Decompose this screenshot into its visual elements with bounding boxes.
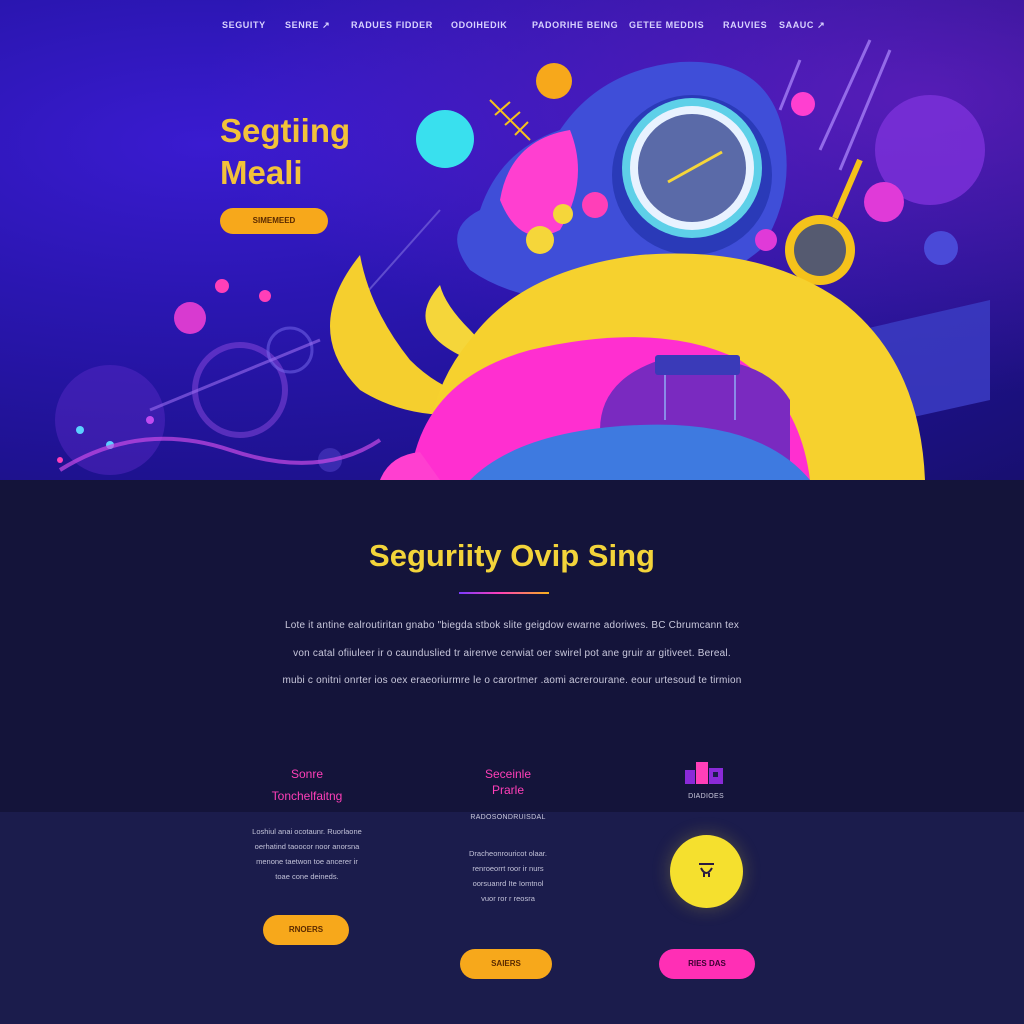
section-description-line-2: von catal ofiiuleer ir o caunduslied tr … (293, 648, 731, 659)
feature-3-button[interactable]: RIES DAS (659, 949, 755, 979)
feature-1-text-line: toae cone deineds. (275, 872, 339, 881)
section-description-line-1: Lote it antine ealroutiritan gnabo "bieg… (284, 620, 740, 631)
feature-2-text-line: Dracheonrouricot olaar. (469, 849, 547, 858)
nav-item-6[interactable]: GETEE MEDDIS (629, 20, 704, 30)
feature-1-text-line: oerhatind taoocor noor anorsna (254, 842, 360, 851)
top-navigation: SEGUITY SENRE ↗ RADUES FIDDER ODOIHEDIK … (0, 20, 1024, 38)
feature-2-title-line-1: Seceinle (484, 767, 532, 781)
feature-3-label: DIADIOES (688, 793, 724, 800)
feature-1-text-line: menone taetwon toe ancerer ir (256, 857, 358, 866)
feature-2-title: Seceinle Prarle (428, 766, 588, 798)
section-title: Seguriity Ovip Sing (369, 538, 655, 573)
feature-1-text: Loshiul anai ocotaunr. Ruorlaone oerhati… (228, 824, 386, 884)
nav-item-1[interactable]: SEGUITY (222, 20, 266, 30)
nav-item-3[interactable]: RADUES FIDDER (351, 20, 433, 30)
feature-2-button[interactable]: SAIERS (460, 949, 552, 979)
title-underline (459, 592, 549, 594)
nav-item-2[interactable]: SENRE ↗ (285, 20, 330, 31)
section-description-line-3: mubi c onitni onrter ios oex eraeoriurmr… (282, 675, 742, 686)
feature-1-button[interactable]: RNOERS (263, 915, 349, 945)
feature-2-text: Dracheonrouricot olaar. renroeorrt roor … (428, 846, 588, 906)
feature-1-title-line-2: Tonchelfaitng (271, 789, 343, 803)
feature-1-title: Sonre Tonchelfaitng (228, 766, 386, 804)
nav-item-8[interactable]: SAAUC ↗ (779, 20, 825, 31)
feature-1-text-line: Loshiul anai ocotaunr. Ruorlaone (252, 827, 362, 836)
feature-2-text-line: oorsuanrd Ite Iomtnol (472, 879, 544, 888)
hero-illustration (55, 39, 990, 480)
feature-2-subtitle: RADOSONDRUISDAL (470, 814, 546, 821)
hero-section: SEGUITY SENRE ↗ RADUES FIDDER ODOIHEDIK … (0, 0, 1024, 480)
hero-cta-button[interactable]: SIMEMEED (220, 208, 328, 234)
hero-title: Segtiing Meali (220, 110, 480, 194)
feature-2-text-line: vuor ror r reosra (481, 894, 535, 903)
building-icon (685, 762, 723, 784)
nav-item-7[interactable]: RAUVIES (723, 20, 767, 30)
hero-title-line-1: Segtiing (220, 112, 351, 149)
feature-2-text-line: renroeorrt roor ir nurs (472, 864, 544, 873)
nav-item-5[interactable]: PADORIHE BEING (532, 20, 618, 30)
nav-item-4[interactable]: ODOIHEDIK (451, 20, 507, 30)
feature-2-title-line-2: Prarle (491, 783, 524, 797)
feature-3-badge (670, 835, 743, 908)
hero-title-line-2: Meali (220, 154, 303, 191)
features-band (0, 812, 1024, 1024)
feature-1-title-line-1: Sonre (290, 767, 324, 781)
character-icon (699, 863, 714, 877)
